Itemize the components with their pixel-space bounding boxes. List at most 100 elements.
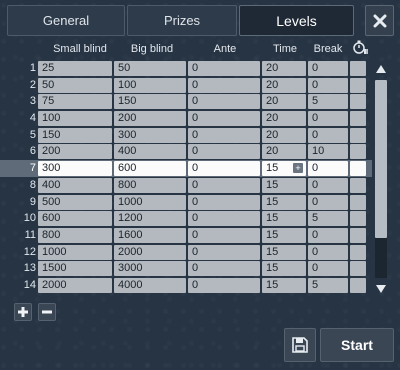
scroll-thumb[interactable]: [375, 80, 387, 238]
extra-cell[interactable]: [350, 194, 366, 210]
table-row[interactable]: 13 1500 3000 0 15 0: [0, 260, 372, 277]
break-cell[interactable]: 0: [308, 194, 348, 210]
table-row[interactable]: 2 50 100 0 20 0: [0, 77, 372, 94]
table-row[interactable]: 7 300 600 0 15 +0: [0, 160, 372, 177]
break-cell[interactable]: 0: [308, 227, 348, 243]
break-cell[interactable]: 0: [308, 244, 348, 260]
extra-cell[interactable]: [350, 94, 366, 110]
big-blind-cell[interactable]: 800: [114, 177, 186, 193]
extra-cell[interactable]: [350, 161, 366, 177]
break-cell[interactable]: 0: [308, 111, 348, 127]
remove-level-button[interactable]: [38, 303, 56, 321]
table-row[interactable]: 11 800 1600 0 15 0: [0, 227, 372, 244]
ante-cell[interactable]: 0: [188, 127, 260, 143]
big-blind-cell[interactable]: 300: [114, 127, 186, 143]
small-blind-cell[interactable]: 1500: [38, 261, 112, 277]
big-blind-cell[interactable]: 3000: [114, 261, 186, 277]
big-blind-cell[interactable]: 400: [114, 144, 186, 160]
break-cell[interactable]: 0: [308, 177, 348, 193]
table-row[interactable]: 12 1000 2000 0 15 0: [0, 244, 372, 261]
table-row[interactable]: 4 100 200 0 20 0: [0, 110, 372, 127]
add-level-button[interactable]: [14, 303, 32, 321]
table-row[interactable]: 14 2000 4000 0 15 5: [0, 277, 372, 294]
break-cell[interactable]: 5: [308, 211, 348, 227]
small-blind-cell[interactable]: 2000: [38, 277, 112, 293]
small-blind-cell[interactable]: 300: [38, 161, 112, 177]
extra-cell[interactable]: [350, 111, 366, 127]
big-blind-cell[interactable]: 1000: [114, 194, 186, 210]
table-row[interactable]: 10 600 1200 0 15 5: [0, 210, 372, 227]
extra-cell[interactable]: [350, 227, 366, 243]
extra-cell[interactable]: [350, 177, 366, 193]
extra-cell[interactable]: [350, 127, 366, 143]
ante-cell[interactable]: 0: [188, 244, 260, 260]
small-blind-cell[interactable]: 75: [38, 94, 112, 110]
plus-small-icon[interactable]: +: [293, 163, 303, 174]
break-cell[interactable]: 0: [308, 161, 348, 177]
extra-cell[interactable]: [350, 277, 366, 293]
ante-cell[interactable]: 0: [188, 111, 260, 127]
small-blind-cell[interactable]: 150: [38, 127, 112, 143]
time-cell[interactable]: 20: [262, 127, 306, 143]
time-cell[interactable]: 20: [262, 144, 306, 160]
time-cell[interactable]: 20: [262, 61, 306, 76]
big-blind-cell[interactable]: 4000: [114, 277, 186, 293]
time-cell[interactable]: 15: [262, 177, 306, 193]
extra-cell[interactable]: [350, 211, 366, 227]
big-blind-cell[interactable]: 150: [114, 94, 186, 110]
ante-cell[interactable]: 0: [188, 277, 260, 293]
small-blind-cell[interactable]: 500: [38, 194, 112, 210]
table-row[interactable]: 9 500 1000 0 15 0: [0, 194, 372, 211]
table-row[interactable]: 6 200 400 0 20 10: [0, 143, 372, 160]
start-button[interactable]: Start: [320, 328, 394, 362]
big-blind-cell[interactable]: 200: [114, 111, 186, 127]
big-blind-cell[interactable]: 1600: [114, 227, 186, 243]
extra-cell[interactable]: [350, 261, 366, 277]
break-cell[interactable]: 0: [308, 77, 348, 93]
table-row[interactable]: 5 150 300 0 20 0: [0, 127, 372, 144]
ante-cell[interactable]: 0: [188, 61, 260, 76]
small-blind-cell[interactable]: 1000: [38, 244, 112, 260]
small-blind-cell[interactable]: 800: [38, 227, 112, 243]
big-blind-cell[interactable]: 1200: [114, 211, 186, 227]
time-cell[interactable]: 15: [262, 194, 306, 210]
scroll-up-button[interactable]: [372, 60, 390, 78]
break-cell[interactable]: 0: [308, 61, 348, 76]
small-blind-cell[interactable]: 50: [38, 77, 112, 93]
scrollbar[interactable]: [372, 60, 390, 298]
ante-cell[interactable]: 0: [188, 161, 260, 177]
save-button[interactable]: [284, 328, 316, 362]
ante-cell[interactable]: 0: [188, 77, 260, 93]
ante-cell[interactable]: 0: [188, 227, 260, 243]
extra-cell[interactable]: [350, 244, 366, 260]
time-cell[interactable]: 15: [262, 261, 306, 277]
extra-cell[interactable]: [350, 144, 366, 160]
tab-prizes[interactable]: Prizes: [127, 5, 237, 36]
table-row[interactable]: 3 75 150 0 20 5: [0, 93, 372, 110]
break-cell[interactable]: 0: [308, 261, 348, 277]
small-blind-cell[interactable]: 100: [38, 111, 112, 127]
big-blind-cell[interactable]: 50: [114, 61, 186, 76]
small-blind-cell[interactable]: 400: [38, 177, 112, 193]
time-cell[interactable]: 15: [262, 244, 306, 260]
ante-cell[interactable]: 0: [188, 177, 260, 193]
small-blind-cell[interactable]: 25: [38, 61, 112, 76]
time-cell[interactable]: 20: [262, 94, 306, 110]
scroll-down-button[interactable]: [372, 280, 390, 298]
close-button[interactable]: [365, 5, 394, 36]
ante-cell[interactable]: 0: [188, 194, 260, 210]
extra-cell[interactable]: [350, 61, 366, 76]
tab-general[interactable]: General: [7, 5, 125, 36]
time-cell[interactable]: 15 +: [262, 161, 306, 177]
time-cell[interactable]: 20: [262, 111, 306, 127]
big-blind-cell[interactable]: 600: [114, 161, 186, 177]
time-cell[interactable]: 15: [262, 227, 306, 243]
ante-cell[interactable]: 0: [188, 261, 260, 277]
tab-levels[interactable]: Levels: [239, 5, 354, 36]
time-cell[interactable]: 15: [262, 211, 306, 227]
table-row[interactable]: 1 25 50 0 20 0: [0, 60, 372, 77]
break-cell[interactable]: 5: [308, 277, 348, 293]
small-blind-cell[interactable]: 200: [38, 144, 112, 160]
ante-cell[interactable]: 0: [188, 211, 260, 227]
break-cell[interactable]: 5: [308, 94, 348, 110]
